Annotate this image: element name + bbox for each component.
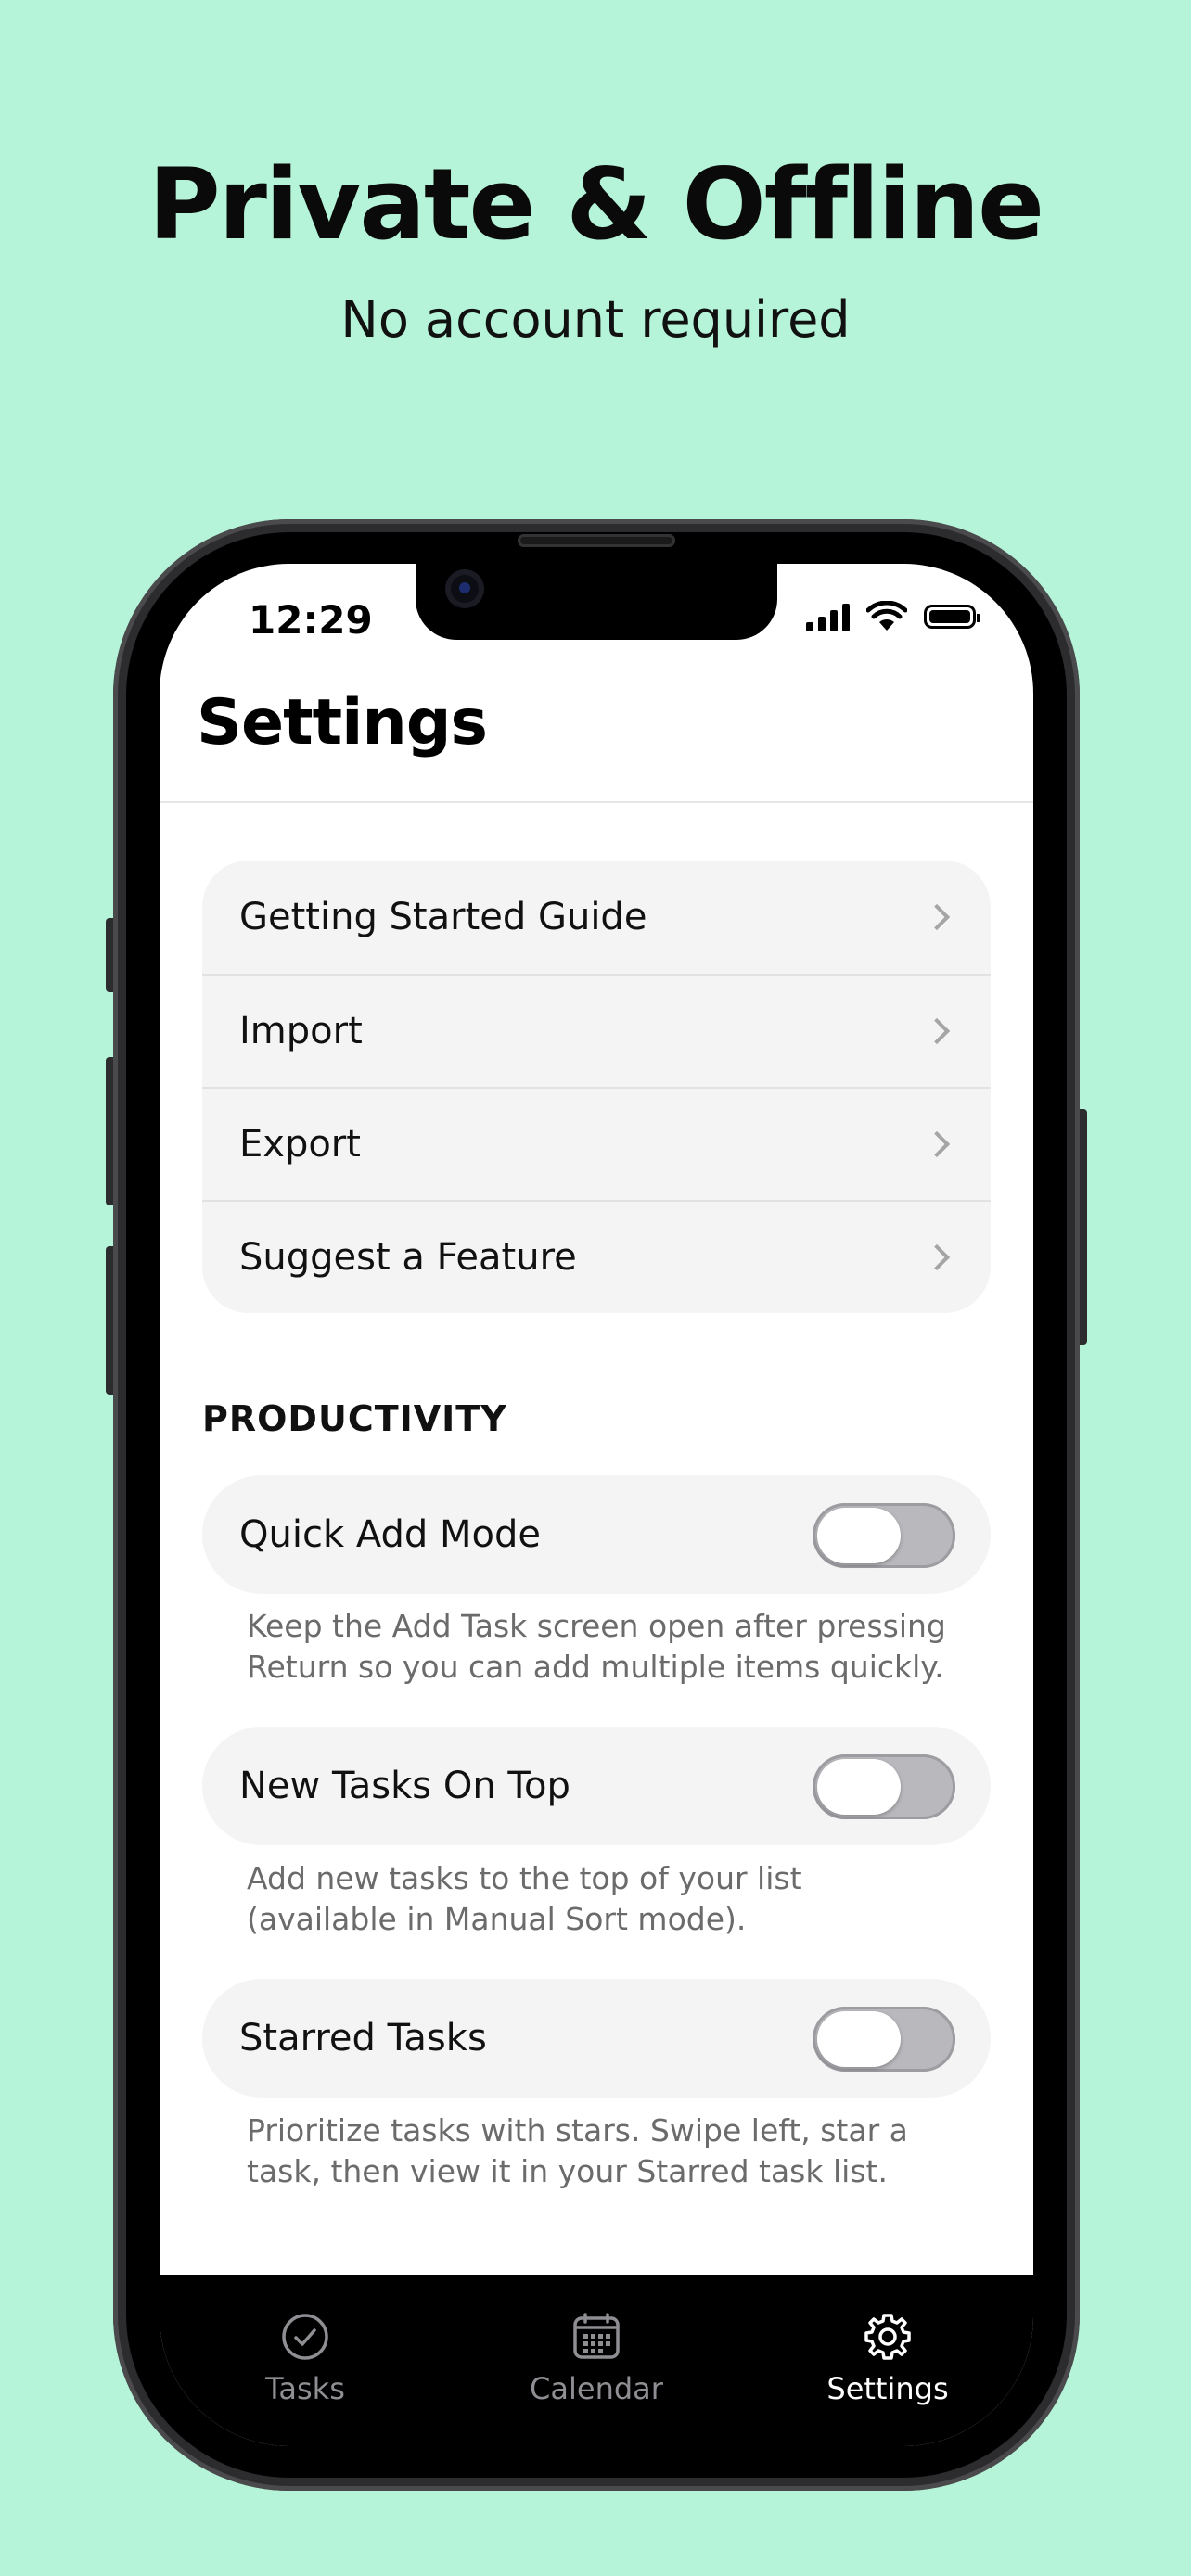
phone-screen: 12:29 Settings Getting Started Guide Imp… bbox=[160, 564, 1033, 2446]
tab-label: Settings bbox=[826, 2371, 949, 2406]
page-title: Settings bbox=[197, 686, 488, 759]
setting-note: Keep the Add Task screen open after pres… bbox=[247, 1608, 946, 1685]
tab-bar: Tasks Calendar Settings bbox=[160, 2275, 1033, 2446]
promo-subhead: No account required bbox=[340, 290, 851, 349]
battery-icon bbox=[924, 605, 980, 629]
menu-item-label: Import bbox=[239, 1010, 363, 1052]
title-divider bbox=[160, 801, 1033, 803]
section-header-productivity: PRODUCTIVITY bbox=[202, 1398, 507, 1439]
checkmark-circle-icon bbox=[282, 2314, 328, 2360]
tab-label: Tasks bbox=[265, 2371, 345, 2406]
new-tasks-on-top-toggle[interactable] bbox=[813, 1754, 955, 1819]
setting-label: Starred Tasks bbox=[239, 2017, 487, 2060]
setting-new-tasks-on-top: New Tasks On Top bbox=[202, 1727, 991, 1845]
chevron-right-icon bbox=[923, 1130, 951, 1158]
tab-label: Calendar bbox=[530, 2371, 663, 2406]
promo-headline: Private & Offline bbox=[147, 147, 1044, 261]
menu-item-label: Getting Started Guide bbox=[239, 896, 647, 938]
tab-tasks[interactable]: Tasks bbox=[160, 2275, 451, 2432]
setting-starred-tasks: Starred Tasks bbox=[202, 1979, 991, 2098]
phone-speaker bbox=[518, 534, 675, 547]
setting-label: New Tasks On Top bbox=[239, 1765, 570, 1807]
chevron-right-icon bbox=[923, 1243, 951, 1271]
starred-tasks-toggle[interactable] bbox=[813, 2007, 955, 2072]
quick-add-mode-toggle[interactable] bbox=[813, 1503, 955, 1568]
menu-item-export[interactable]: Export bbox=[202, 1087, 991, 1200]
calendar-icon bbox=[573, 2313, 620, 2359]
status-icons bbox=[806, 601, 980, 632]
menu-item-suggest-a-feature[interactable]: Suggest a Feature bbox=[202, 1200, 991, 1313]
status-time: 12:29 bbox=[249, 597, 373, 643]
menu-item-label: Suggest a Feature bbox=[239, 1236, 577, 1279]
tab-settings[interactable]: Settings bbox=[742, 2275, 1033, 2432]
front-camera bbox=[445, 569, 484, 608]
setting-label: Quick Add Mode bbox=[239, 1513, 541, 1556]
settings-menu-group: Getting Started Guide Import Export Sugg… bbox=[202, 861, 991, 1313]
menu-item-import[interactable]: Import bbox=[202, 974, 991, 1087]
setting-note: Add new tasks to the top of your list (a… bbox=[247, 1860, 802, 1937]
wifi-icon bbox=[866, 601, 907, 631]
tab-calendar[interactable]: Calendar bbox=[451, 2275, 742, 2432]
chevron-right-icon bbox=[923, 1017, 951, 1045]
setting-note: Prioritize tasks with stars. Swipe left,… bbox=[247, 2112, 908, 2189]
cellular-signal-icon bbox=[806, 602, 850, 631]
menu-item-label: Export bbox=[239, 1123, 361, 1166]
gear-icon bbox=[864, 2314, 911, 2360]
chevron-right-icon bbox=[923, 903, 951, 931]
setting-quick-add-mode: Quick Add Mode bbox=[202, 1475, 991, 1594]
menu-item-getting-started-guide[interactable]: Getting Started Guide bbox=[202, 861, 991, 974]
